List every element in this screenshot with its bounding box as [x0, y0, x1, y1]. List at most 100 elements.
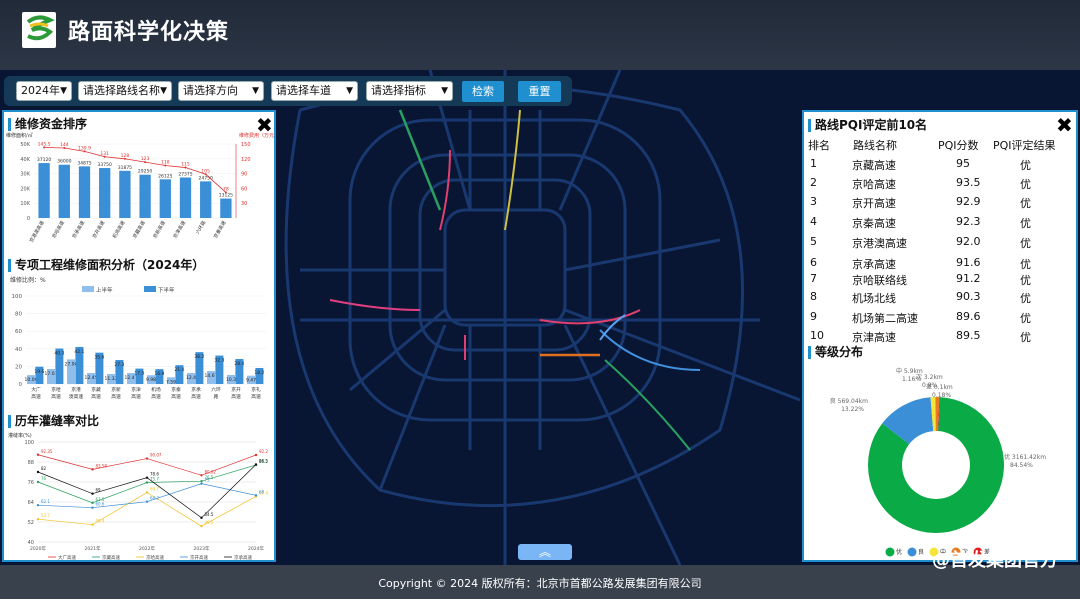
pqi-table-row: 2 京哈高速 93.5 优: [806, 176, 1076, 191]
area-bar-label: 9.47: [246, 378, 256, 384]
crack-series-line: [37, 464, 257, 504]
chevron-down-icon: ▼: [60, 86, 67, 96]
y-tick-label: 88: [28, 460, 34, 466]
crack-point: [145, 500, 149, 503]
crack-point: [36, 453, 40, 456]
direction-select[interactable]: 请选择方向 ▼: [178, 81, 264, 101]
crack-point-label: 68: [259, 489, 265, 494]
index-select[interactable]: 请选择指标 ▼: [366, 81, 453, 101]
area-bar-label: 28.4: [234, 361, 244, 367]
fund-bar: [139, 174, 151, 218]
area-bar-label: 9.98: [146, 377, 156, 383]
crack-point: [254, 494, 258, 497]
crack-point-label: 78.6: [150, 472, 159, 477]
pie-label: 次 3.2km: [916, 373, 943, 381]
legend-swatch: [82, 286, 94, 292]
y-tick-label: 0: [27, 216, 30, 222]
pqi-cell: 优: [1020, 197, 1031, 210]
unit-label: 灌缝率(%): [8, 432, 32, 439]
pqi-cell: 8: [810, 290, 817, 303]
legend-label: 下半年: [158, 286, 175, 294]
fund-bar-label: 36000: [57, 159, 71, 165]
crack-point-label: 76: [41, 476, 47, 481]
crack-point: [254, 463, 258, 466]
y-tick-label: 0: [19, 382, 23, 388]
chevron-down-icon: ▼: [441, 86, 448, 96]
fund-cost-label: 139.9: [78, 145, 91, 151]
crack-point-label: 62.1: [41, 499, 50, 504]
y-tick-label: 20K: [20, 186, 30, 192]
x-tick-label: 高速: [151, 393, 161, 400]
y2-tick-label: 150: [241, 142, 251, 148]
left-analysis-panel: 维修资金排序 ✖ 维修面积/㎡维修费用（万元）50K40K30K20K10K01…: [2, 110, 276, 562]
y-tick-label: 52: [28, 520, 34, 526]
app-header: 路面科学化决策: [0, 0, 1080, 70]
x-tick-label: 高速: [251, 393, 261, 400]
pqi-cell: 京哈高速: [852, 178, 896, 191]
x-tick-label: 高速: [191, 393, 201, 400]
legend-label: 京开高速: [190, 554, 208, 560]
search-button[interactable]: 检索: [462, 81, 504, 102]
y-tick-label: 100: [12, 294, 23, 300]
pqi-table-row: 3 京开高速 92.9 优: [806, 195, 1076, 210]
crack-point: [200, 516, 203, 520]
x-tick-label: 2023年: [194, 545, 210, 552]
pqi-cell: 优: [1020, 331, 1031, 344]
pqi-cell: 京港澳高速: [852, 237, 907, 250]
grade-pie-chart: 优 3161.42km84.54%良 569.04km13.22%中 5.9km…: [830, 367, 1046, 557]
legend-dot: [885, 547, 895, 557]
x-tick-label: 高速: [91, 393, 101, 400]
reset-button[interactable]: 重置: [518, 81, 561, 102]
pqi-cell: 89.6: [956, 310, 981, 323]
x-tick-label: 京开高速: [91, 219, 107, 239]
x-tick-label: 高速: [131, 393, 141, 400]
x-tick-label: 高速: [231, 393, 241, 400]
fund-bar: [38, 163, 50, 218]
y-tick-label: 64: [28, 500, 34, 506]
x-tick-label: 京哈: [51, 386, 61, 393]
area-bar-label: 36.2: [194, 354, 204, 360]
legend-label: 上半年: [96, 286, 113, 294]
pqi-table-row: 5 京港澳高速 92.0 优: [806, 235, 1076, 250]
crack-point: [145, 481, 149, 484]
route-select[interactable]: 请选择路线名称 ▼: [78, 81, 172, 101]
close-icon[interactable]: ✖: [1056, 115, 1073, 135]
legend-label: 优: [896, 548, 902, 556]
x-tick-label: 京秦高速: [212, 219, 228, 239]
pqi-cell: 91.2: [956, 272, 981, 285]
y2-tick-label: 30: [241, 201, 247, 207]
sfjt-logo-icon: [22, 12, 56, 48]
chevron-up-icon[interactable]: ︽: [518, 544, 572, 560]
year-select[interactable]: 2024年 ▼: [16, 81, 72, 101]
x-tick-label: 机场高速: [111, 219, 127, 239]
crack-point-label: 90.07: [150, 453, 162, 458]
crack-series-line: [37, 492, 257, 527]
fund-cost-label: 145.5: [38, 141, 51, 147]
area-bar-label: 12.4: [186, 375, 196, 381]
area-bar-label: 17.5: [134, 371, 144, 377]
pqi-table-row: 6 京承高速 91.6 优: [806, 256, 1076, 271]
crack-point-label: 92.2: [259, 449, 268, 454]
x-tick-label: 高速: [31, 393, 41, 400]
x-tick-label: 京秦: [171, 386, 181, 393]
crack-point-label: 53.7: [41, 513, 50, 518]
x-tick-label: 京承: [191, 386, 201, 393]
crack-point-label: 75: [205, 478, 211, 483]
lane-select[interactable]: 请选择车道 ▼: [271, 81, 358, 101]
pqi-title: 路线PQI评定前10名: [808, 119, 927, 132]
crack-point: [36, 517, 40, 521]
cracks-chart: 灌缝率(%)100 88 76 64 52 402020年 2021年 2022年 2023年 2…: [8, 432, 268, 560]
pqi-cell: 京藏高速: [852, 159, 896, 172]
y-tick-label: 60: [15, 329, 22, 335]
pqi-cell: 优: [1020, 312, 1031, 325]
crack-series-line: [37, 483, 257, 509]
pqi-cell: 1: [810, 157, 817, 170]
pie-pct: 0.18%: [932, 392, 951, 399]
fund-cost-label: 105: [201, 168, 210, 174]
funds-chart: 维修面积/㎡ 维修费用（万元） 50K 40K 30K 20K 10K 0 150 120 90 60…: [6, 132, 274, 244]
fund-bar-label: 29250: [138, 169, 152, 175]
fund-bar-label: 26125: [158, 173, 172, 179]
x-tick-label: 京港: [71, 386, 81, 393]
y-tick-label: 76: [28, 480, 34, 486]
x-tick-label: 机场: [151, 386, 161, 393]
